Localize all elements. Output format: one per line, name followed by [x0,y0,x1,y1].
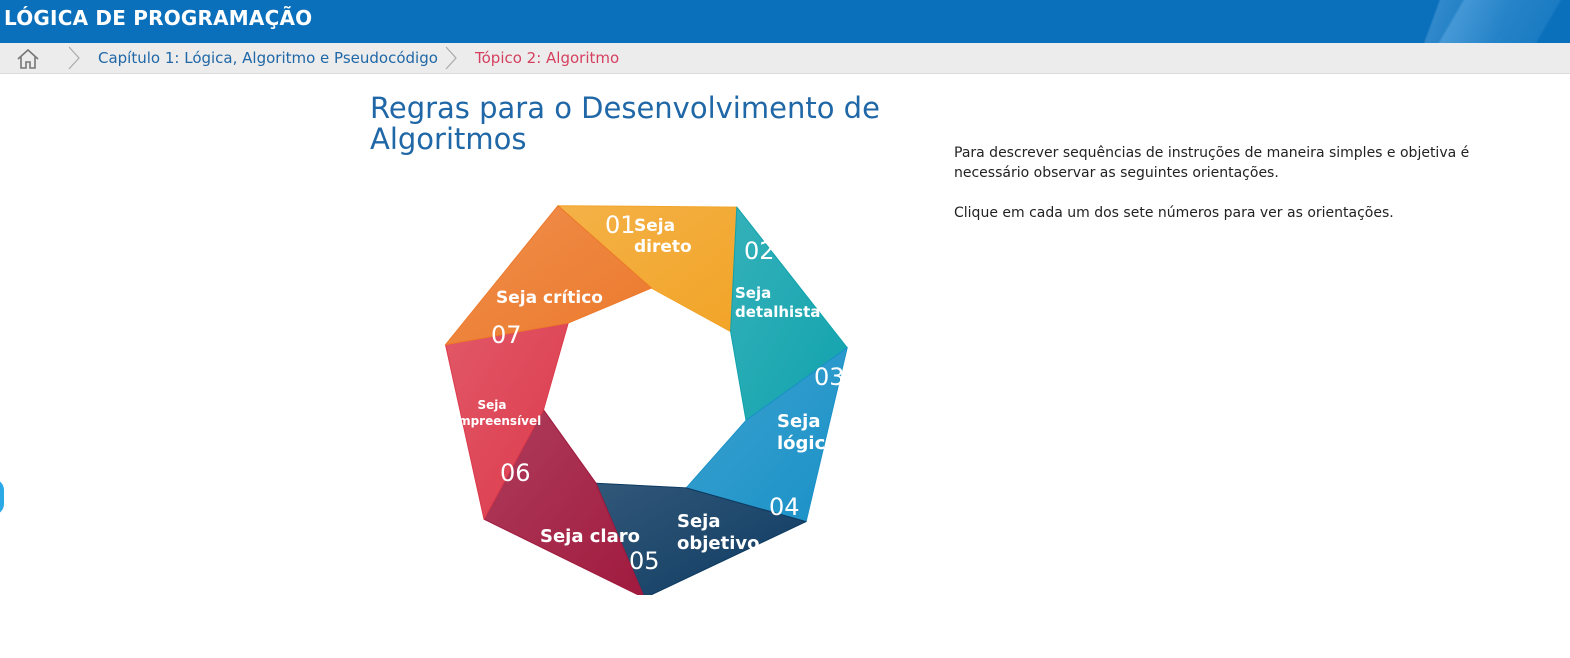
course-title: LÓGICA DE PROGRAMAÇÃO [4,6,313,30]
wheel-number-07[interactable]: 07 [491,321,522,349]
intro-text: Para descrever sequências de instruções … [954,143,1524,243]
wheel-number-01[interactable]: 01 [605,211,636,239]
wheel-number-03[interactable]: 03 [814,363,845,391]
wheel-number-06[interactable]: 06 [500,459,531,487]
header-decoration [1350,0,1530,43]
breadcrumb-topic-current: Tópico 2: Algoritmo [475,49,620,67]
wheel-center [558,304,734,480]
chevron-right-icon [445,46,457,70]
wheel-label-07: Seja crítico [496,288,603,308]
breadcrumb: Capítulo 1: Lógica, Algoritmo e Pseudocó… [0,43,1570,74]
wheel-number-05[interactable]: 05 [629,547,660,575]
rules-wheel: 01 Seja direto 02 Seja detalhista 03 Seja lógico… [438,185,858,595]
chevron-right-icon [68,46,80,70]
breadcrumb-chapter-link[interactable]: Capítulo 1: Lógica, Algoritmo e Pseudocó… [98,49,438,67]
top-header-bar: LÓGICA DE PROGRAMAÇÃO [0,0,1570,43]
intro-instruction: Clique em cada um dos sete números para … [954,205,1394,221]
wheel-label-05: Seja claro [540,526,640,547]
intro-paragraph: Para descrever sequências de instruções … [954,145,1470,181]
wheel-number-04[interactable]: 04 [769,493,800,521]
home-icon[interactable] [16,48,40,70]
side-panel-toggle[interactable] [0,479,4,515]
wheel-number-02[interactable]: 02 [744,237,775,265]
page-title: Regras para o Desenvolvimento de Algorit… [370,91,880,156]
